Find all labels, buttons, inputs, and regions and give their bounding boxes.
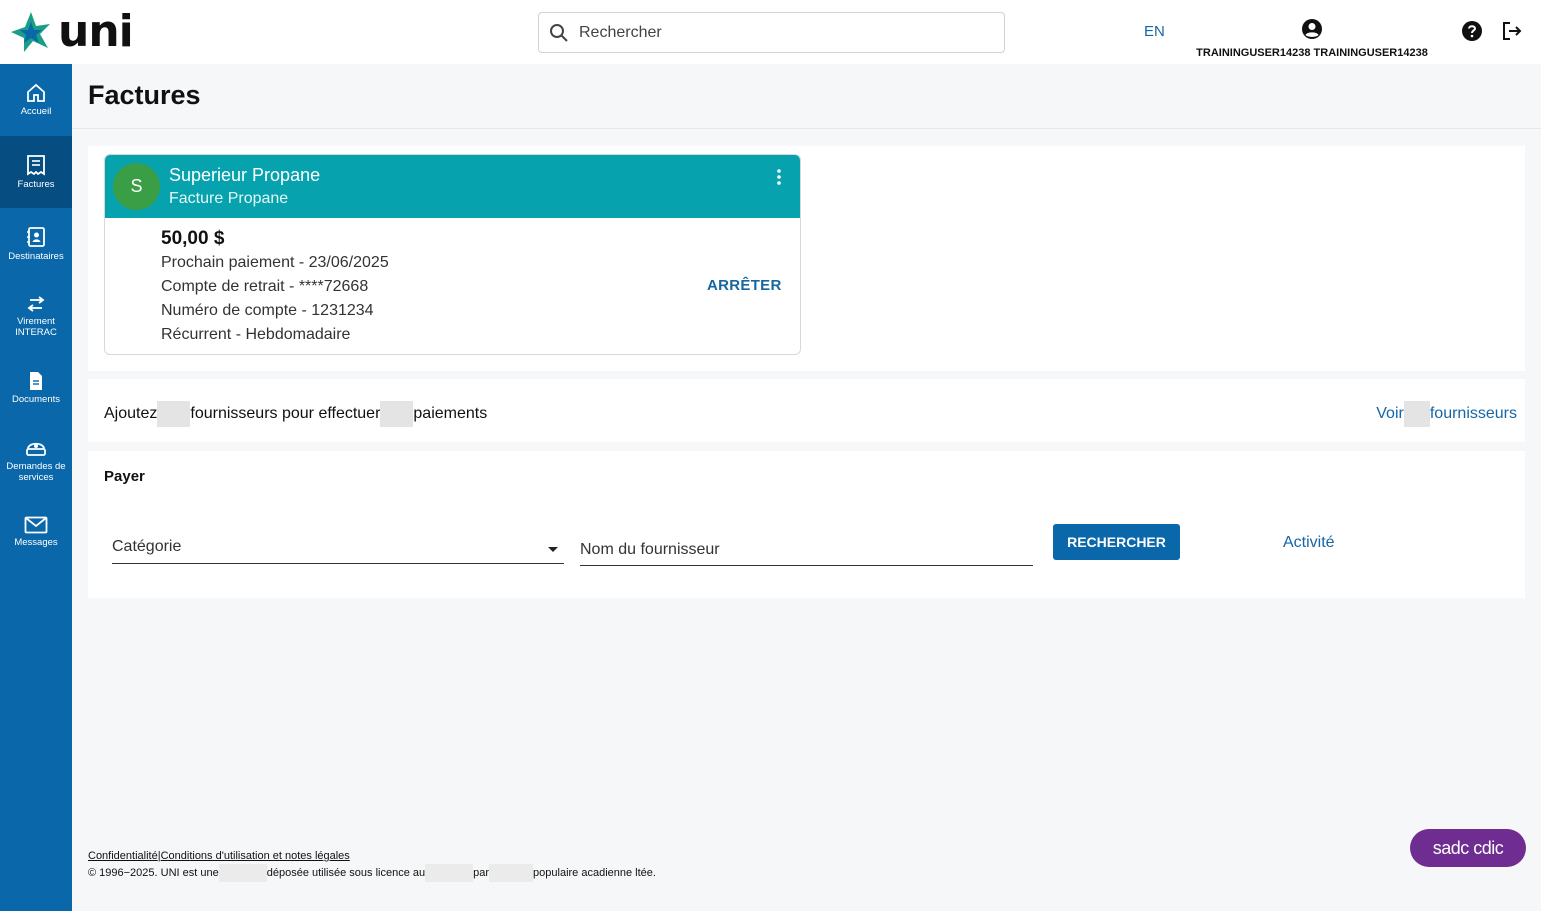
transfer-icon (27, 295, 45, 312)
sidebar-item-demandes-de-services[interactable]: Demandes de services (0, 424, 72, 496)
document-icon (30, 372, 42, 390)
pay-title: Payer (104, 468, 145, 485)
pay-panel: Payer Catégorie RECHERCHER Activité (88, 451, 1525, 598)
view-vendors-link[interactable]: Voir fournisseurs (1376, 401, 1517, 427)
recurrence: Récurrent - Hebdomadaire (161, 326, 351, 343)
mail-icon (24, 516, 48, 534)
redacted-block (425, 864, 474, 882)
vendor-name: Superieur Propane (169, 165, 321, 185)
sidebar-nav: Accueil Factures Destinataires Virement … (0, 64, 72, 911)
view-vendors-link-part: Voir (1376, 405, 1404, 423)
scheduled-bills-panel: S Superieur Propane Facture Propane 50,0… (88, 146, 1525, 371)
contacts-icon (27, 227, 45, 247)
logout-icon (1503, 22, 1522, 40)
user-name: TRAININGUSER14238 TRAININGUSER14238 (1196, 47, 1428, 59)
service-request-icon (26, 442, 46, 456)
logo-text: uni (58, 6, 134, 57)
account-number: Numéro de compte - 1231234 (161, 302, 374, 319)
bill-type: Facture Propane (169, 190, 289, 207)
category-label: Catégorie (112, 538, 182, 555)
top-bar: uni EN TRAININGUSER14238 TRAININGUSER142… (0, 0, 1541, 64)
sidebar-item-accueil[interactable]: Accueil (0, 64, 72, 136)
copyright-part: déposée utilisée sous licence au (266, 866, 426, 879)
vendor-name-input[interactable] (580, 538, 1033, 566)
bill-card: S Superieur Propane Facture Propane 50,0… (104, 154, 801, 355)
sidebar-item-label: Virement INTERAC (15, 315, 57, 338)
sidebar-item-destinataires[interactable]: Destinataires (0, 208, 72, 280)
page-title: Factures (88, 80, 201, 110)
add-vendors-text: Ajoutez fournisseurs pour effectuer paieme… (104, 401, 487, 427)
account-icon (1302, 19, 1322, 39)
redacted-block (218, 864, 267, 882)
star-logo-icon (11, 12, 50, 52)
redacted-block (157, 401, 191, 427)
more-options-button[interactable] (769, 167, 789, 187)
promo-text-part: fournisseurs pour effectuer (190, 405, 381, 423)
sidebar-item-label: Factures (17, 179, 55, 190)
receipt-icon (27, 155, 45, 176)
bill-amount: 50,00 $ (161, 228, 225, 249)
sidebar-item-label: Messages (14, 537, 58, 548)
add-vendors-panel: Ajoutez fournisseurs pour effectuer paieme… (88, 379, 1525, 442)
sidebar-item-label: Documents (11, 394, 61, 405)
search-input[interactable] (579, 23, 979, 42)
uni-logo[interactable]: uni (8, 6, 134, 57)
sadc-cdic-badge[interactable]: sadc cdic (1410, 829, 1526, 867)
copyright-part: populaire acadienne ltée. (533, 866, 656, 879)
redacted-block (1403, 401, 1430, 427)
activity-link[interactable]: Activité (1283, 534, 1335, 552)
search-vendors-button[interactable]: RECHERCHER (1053, 524, 1180, 560)
user-menu[interactable]: TRAININGUSER14238 TRAININGUSER14238 (1190, 18, 1434, 59)
sidebar-item-label: Demandes de services (6, 460, 66, 483)
terms-link[interactable]: Conditions d'utilisation et notes légale… (161, 850, 350, 862)
copyright-part: par (473, 866, 490, 879)
title-divider (72, 128, 1541, 129)
sidebar-item-documents[interactable]: Documents (0, 352, 72, 424)
footer-links: Confidentialité|Conditions d'utilisation… (88, 850, 350, 862)
home-icon (27, 83, 45, 102)
sidebar-item-virement-interac[interactable]: Virement INTERAC (0, 280, 72, 352)
copyright-part: © 1996−2025. UNI est une (88, 866, 219, 879)
help-icon (1462, 21, 1482, 41)
withdrawal-account: Compte de retrait - ****72668 (161, 278, 369, 295)
bill-card-header: S Superieur Propane Facture Propane (105, 155, 800, 218)
copyright-notice: © 1996−2025. UNI est une déposée utilisée… (88, 864, 656, 882)
stop-payment-button[interactable]: ARRÊTER (707, 277, 782, 294)
help-button[interactable] (1461, 20, 1483, 47)
sidebar-item-label: Destinataires (8, 251, 64, 262)
promo-text-part: Ajoutez (104, 405, 158, 423)
promo-text-part: paiements (413, 405, 488, 423)
logout-button[interactable] (1501, 20, 1523, 47)
bill-card-body: 50,00 $ Prochain paiement - 23/06/2025 C… (105, 218, 800, 347)
language-toggle[interactable]: EN (1144, 23, 1165, 40)
category-select[interactable]: Catégorie (112, 538, 564, 564)
sidebar-item-factures[interactable]: Factures (0, 136, 72, 208)
view-vendors-link-part: fournisseurs (1429, 405, 1517, 423)
redacted-block (489, 864, 534, 882)
privacy-link[interactable]: Confidentialité (88, 850, 158, 862)
sidebar-item-messages[interactable]: Messages (0, 496, 72, 568)
dropdown-arrow-icon (548, 547, 558, 552)
search-box[interactable] (538, 12, 1005, 53)
vendor-avatar: S (113, 163, 160, 210)
redacted-block (380, 401, 414, 427)
sidebar-item-label: Accueil (20, 106, 52, 117)
next-payment: Prochain paiement - 23/06/2025 (161, 254, 389, 271)
search-icon (550, 23, 568, 42)
more-vert-icon (777, 169, 781, 185)
